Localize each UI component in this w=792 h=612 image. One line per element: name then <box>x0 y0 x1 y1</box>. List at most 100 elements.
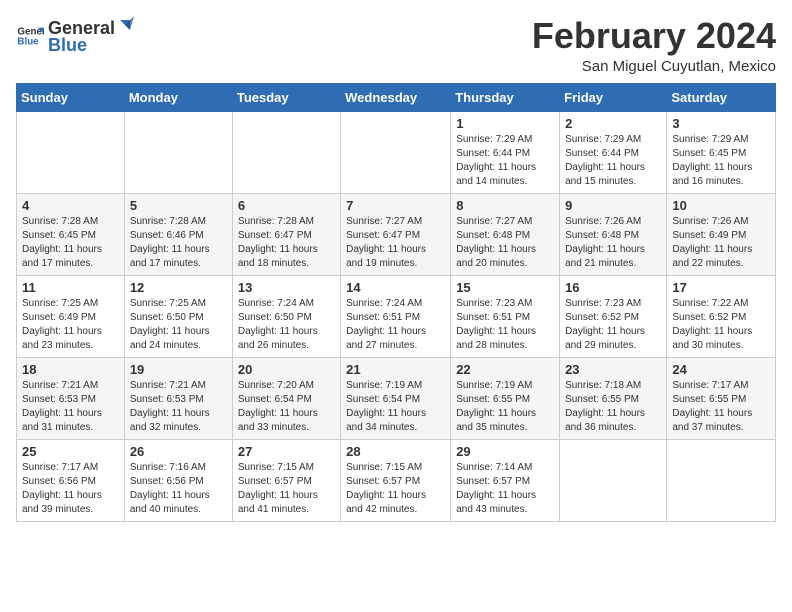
day-number: 18 <box>22 362 119 377</box>
calendar-cell: 22Sunrise: 7:19 AMSunset: 6:55 PMDayligh… <box>451 357 560 439</box>
calendar-cell: 8Sunrise: 7:27 AMSunset: 6:48 PMDaylight… <box>451 193 560 275</box>
day-number: 22 <box>456 362 554 377</box>
day-info: Sunrise: 7:16 AMSunset: 6:56 PMDaylight:… <box>130 461 227 517</box>
title-block: February 2024 San Miguel Cuyutlan, Mexic… <box>532 16 776 75</box>
day-info: Sunrise: 7:17 AMSunset: 6:56 PMDaylight:… <box>22 461 119 517</box>
day-info: Sunrise: 7:17 AMSunset: 6:55 PMDaylight:… <box>672 379 770 435</box>
calendar-cell: 14 Sunrise: 7:24 AMSunset: 6:51 PMDayligh… <box>341 275 451 357</box>
calendar-cell <box>232 111 340 193</box>
day-number: 28 <box>346 444 445 459</box>
day-info: Sunrise: 7:29 AMSunset: 6:45 PMDaylight:… <box>672 133 770 189</box>
calendar-header-monday: Monday <box>124 83 232 111</box>
calendar-cell: 18 Sunrise: 7:21 AMSunset: 6:53 PMDayligh… <box>17 357 125 439</box>
day-number: 25 <box>22 444 119 459</box>
calendar-week-row: 11 Sunrise: 7:25 AMSunset: 6:49 PMDayligh… <box>17 275 776 357</box>
calendar-header-sunday: Sunday <box>17 83 125 111</box>
calendar-cell: 15 Sunrise: 7:23 AMSunset: 6:51 PMDayligh… <box>451 275 560 357</box>
day-number: 24 <box>672 362 770 377</box>
calendar-cell: 7 Sunrise: 7:27 AMSunset: 6:47 PMDaylight… <box>341 193 451 275</box>
day-info: Sunrise: 7:15 AMSunset: 6:57 PMDaylight:… <box>238 461 335 517</box>
calendar-header-tuesday: Tuesday <box>232 83 340 111</box>
day-info: Sunrise: 7:18 AMSunset: 6:55 PMDaylight:… <box>565 379 661 435</box>
calendar-header-wednesday: Wednesday <box>341 83 451 111</box>
calendar-cell: 21 Sunrise: 7:19 AMSunset: 6:54 PMDayligh… <box>341 357 451 439</box>
calendar-week-row: 1 Sunrise: 7:29 AMSunset: 6:44 PMDaylight… <box>17 111 776 193</box>
day-number: 10 <box>672 198 770 213</box>
day-number: 19 <box>130 362 227 377</box>
calendar-cell: 17 Sunrise: 7:22 AMSunset: 6:52 PMDayligh… <box>667 275 776 357</box>
calendar-cell <box>17 111 125 193</box>
calendar-cell: 4 Sunrise: 7:28 AMSunset: 6:45 PMDaylight… <box>17 193 125 275</box>
day-info: Sunrise: 7:14 AMSunset: 6:57 PMDaylight:… <box>456 461 554 517</box>
calendar-cell: 11 Sunrise: 7:25 AMSunset: 6:49 PMDayligh… <box>17 275 125 357</box>
calendar-cell <box>124 111 232 193</box>
calendar-cell: 16 Sunrise: 7:23 AMSunset: 6:52 PMDayligh… <box>560 275 667 357</box>
day-info: Sunrise: 7:29 AMSunset: 6:44 PMDaylight:… <box>565 133 661 189</box>
calendar-header-thursday: Thursday <box>451 83 560 111</box>
calendar-cell: 27 Sunrise: 7:15 AMSunset: 6:57 PMDayligh… <box>232 439 340 521</box>
calendar-cell: 3 Sunrise: 7:29 AMSunset: 6:45 PMDaylight… <box>667 111 776 193</box>
day-info: Sunrise: 7:26 AMSunset: 6:49 PMDaylight:… <box>672 215 770 271</box>
day-number: 12 <box>130 280 227 295</box>
calendar-cell: 2 Sunrise: 7:29 AMSunset: 6:44 PMDaylight… <box>560 111 667 193</box>
page-header: General Blue General Blue February 2024 … <box>16 16 776 75</box>
day-info: Sunrise: 7:28 AMSunset: 6:47 PMDaylight:… <box>238 215 335 271</box>
day-info: Sunrise: 7:23 AMSunset: 6:52 PMDaylight:… <box>565 297 661 353</box>
calendar-cell: 26 Sunrise: 7:16 AMSunset: 6:56 PMDayligh… <box>124 439 232 521</box>
day-number: 1 <box>456 116 554 131</box>
calendar-table: SundayMondayTuesdayWednesdayThursdayFrid… <box>16 83 776 522</box>
calendar-cell: 20Sunrise: 7:20 AMSunset: 6:54 PMDayligh… <box>232 357 340 439</box>
day-info: Sunrise: 7:28 AMSunset: 6:46 PMDaylight:… <box>130 215 227 271</box>
day-number: 17 <box>672 280 770 295</box>
calendar-cell: 1 Sunrise: 7:29 AMSunset: 6:44 PMDaylight… <box>451 111 560 193</box>
calendar-cell <box>560 439 667 521</box>
calendar-cell: 23 Sunrise: 7:18 AMSunset: 6:55 PMDayligh… <box>560 357 667 439</box>
day-info: Sunrise: 7:27 AMSunset: 6:47 PMDaylight:… <box>346 215 445 271</box>
day-number: 14 <box>346 280 445 295</box>
month-year-title: February 2024 <box>532 16 776 56</box>
calendar-cell: 19 Sunrise: 7:21 AMSunset: 6:53 PMDayligh… <box>124 357 232 439</box>
day-number: 16 <box>565 280 661 295</box>
day-info: Sunrise: 7:21 AMSunset: 6:53 PMDaylight:… <box>130 379 227 435</box>
day-info: Sunrise: 7:25 AMSunset: 6:49 PMDaylight:… <box>22 297 119 353</box>
day-info: Sunrise: 7:24 AMSunset: 6:51 PMDaylight:… <box>346 297 445 353</box>
day-info: Sunrise: 7:28 AMSunset: 6:45 PMDaylight:… <box>22 215 119 271</box>
day-info: Sunrise: 7:19 AMSunset: 6:54 PMDaylight:… <box>346 379 445 435</box>
calendar-header-saturday: Saturday <box>667 83 776 111</box>
day-number: 4 <box>22 198 119 213</box>
day-number: 6 <box>238 198 335 213</box>
day-number: 9 <box>565 198 661 213</box>
day-number: 13 <box>238 280 335 295</box>
day-number: 11 <box>22 280 119 295</box>
day-number: 21 <box>346 362 445 377</box>
location-subtitle: San Miguel Cuyutlan, Mexico <box>532 58 776 75</box>
calendar-header-row: SundayMondayTuesdayWednesdayThursdayFrid… <box>17 83 776 111</box>
calendar-cell <box>667 439 776 521</box>
calendar-cell: 13 Sunrise: 7:24 AMSunset: 6:50 PMDayligh… <box>232 275 340 357</box>
day-info: Sunrise: 7:29 AMSunset: 6:44 PMDaylight:… <box>456 133 554 189</box>
day-number: 7 <box>346 198 445 213</box>
day-number: 23 <box>565 362 661 377</box>
day-info: Sunrise: 7:20 AMSunset: 6:54 PMDaylight:… <box>238 379 335 435</box>
day-info: Sunrise: 7:27 AMSunset: 6:48 PMDaylight:… <box>456 215 554 271</box>
day-info: Sunrise: 7:24 AMSunset: 6:50 PMDaylight:… <box>238 297 335 353</box>
calendar-cell: 24 Sunrise: 7:17 AMSunset: 6:55 PMDayligh… <box>667 357 776 439</box>
day-number: 2 <box>565 116 661 131</box>
day-number: 3 <box>672 116 770 131</box>
day-info: Sunrise: 7:23 AMSunset: 6:51 PMDaylight:… <box>456 297 554 353</box>
day-info: Sunrise: 7:21 AMSunset: 6:53 PMDaylight:… <box>22 379 119 435</box>
calendar-cell: 25 Sunrise: 7:17 AMSunset: 6:56 PMDayligh… <box>17 439 125 521</box>
day-info: Sunrise: 7:22 AMSunset: 6:52 PMDaylight:… <box>672 297 770 353</box>
day-number: 15 <box>456 280 554 295</box>
logo-icon: General Blue <box>16 22 44 50</box>
day-number: 27 <box>238 444 335 459</box>
day-number: 29 <box>456 444 554 459</box>
calendar-cell: 12Sunrise: 7:25 AMSunset: 6:50 PMDayligh… <box>124 275 232 357</box>
day-info: Sunrise: 7:26 AMSunset: 6:48 PMDaylight:… <box>565 215 661 271</box>
logo-arrow-icon <box>116 16 134 34</box>
calendar-cell: 6 Sunrise: 7:28 AMSunset: 6:47 PMDaylight… <box>232 193 340 275</box>
day-number: 26 <box>130 444 227 459</box>
calendar-cell: 29 Sunrise: 7:14 AMSunset: 6:57 PMDayligh… <box>451 439 560 521</box>
calendar-cell: 10 Sunrise: 7:26 AMSunset: 6:49 PMDayligh… <box>667 193 776 275</box>
calendar-cell: 28Sunrise: 7:15 AMSunset: 6:57 PMDayligh… <box>341 439 451 521</box>
